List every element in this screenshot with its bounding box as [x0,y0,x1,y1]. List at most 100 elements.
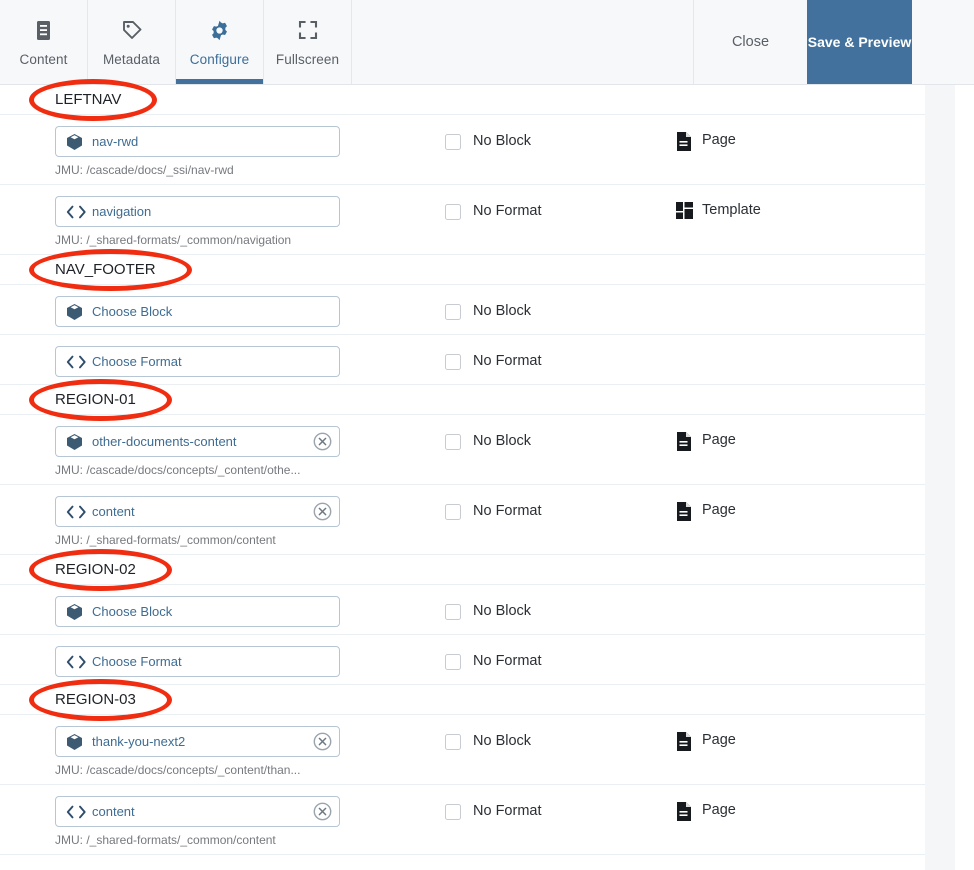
format-chooser[interactable]: navigation [55,196,340,227]
inherited-type-cell: Page [675,715,925,751]
code-brackets-icon [66,355,88,369]
save-and-preview-button[interactable]: Save & Preview [807,0,912,84]
chooser-cell: Choose Block [0,585,445,627]
chooser-value: content [92,504,135,519]
checkbox-label: No Format [473,803,542,819]
block-chooser[interactable]: thank-you-next2 [55,726,340,757]
no-block-checkbox[interactable] [445,134,461,150]
chooser-value: navigation [92,204,152,219]
selection-path: JMU: /cascade/docs/_ssi/nav-rwd [55,163,234,177]
format-chooser[interactable]: content [55,796,340,827]
tab-fullscreen-label: Fullscreen [275,52,340,67]
region-row: Choose Block No Block [0,285,925,335]
chooser-cell: Choose Block [0,285,445,327]
clear-selection-icon[interactable] [312,432,332,451]
section-title: LEFTNAV [55,91,122,108]
inherited-type-label: Page [702,732,736,748]
code-brackets-icon [66,505,88,519]
format-chooser[interactable]: content [55,496,340,527]
region-row: navigation JMU: /_shared-formats/_common/… [0,185,925,255]
chooser-cell: content JMU: /_shared-formats/_common/con… [0,485,445,547]
region-row: other-documents-content JMU: /cascade/doc… [0,415,925,485]
editor-toolbar: Content Metadata Configure Fullscreen Cl… [0,0,974,85]
section-header: LEFTNAV [0,85,925,115]
region-row: Choose Format No Format [0,635,925,685]
tag-icon [121,17,143,43]
checkbox-label: No Block [473,433,532,449]
chooser-cell: Choose Format [0,335,445,377]
section-title: REGION-03 [55,691,136,708]
page-icon [675,802,693,821]
checkbox-label: No Block [473,733,532,749]
inherited-type-cell [675,335,925,352]
inherited-type-cell: Page [675,785,925,821]
tab-content-label: Content [19,52,68,67]
chooser-value: content [92,804,135,819]
regions-list: LEFTNAV nav-rwd JMU: /cascade/docs/_ssi/na… [0,85,925,855]
more-options-button[interactable] [912,0,974,84]
no-selection-cell: No Block [445,415,675,450]
code-brackets-icon [66,655,88,669]
block-chooser[interactable]: Choose Block [55,596,340,627]
chooser-value: Choose Format [92,654,182,669]
clear-selection-icon[interactable] [312,732,332,751]
section-title: REGION-02 [55,561,136,578]
block-chooser[interactable]: other-documents-content [55,426,340,457]
no-block-checkbox[interactable] [445,304,461,320]
region-row: content JMU: /_shared-formats/_common/con… [0,785,925,855]
page-icon [675,132,693,151]
chooser-value: Choose Block [92,304,173,319]
chooser-cell: nav-rwd JMU: /cascade/docs/_ssi/nav-rwd [0,115,445,177]
chooser-value: Choose Block [92,604,173,619]
no-format-checkbox[interactable] [445,204,461,220]
region-row: nav-rwd JMU: /cascade/docs/_ssi/nav-rwd No… [0,115,925,185]
inherited-type-label: Page [702,432,736,448]
no-selection-cell: No Block [445,115,675,150]
inherited-type-label: Page [702,802,736,818]
selection-path: JMU: /cascade/docs/concepts/_content/tha… [55,763,301,777]
checkbox-label: No Format [473,653,542,669]
inherited-type-cell [675,585,925,602]
no-format-checkbox[interactable] [445,504,461,520]
template-icon [675,202,693,219]
no-selection-cell: No Format [445,185,675,220]
format-chooser[interactable]: Choose Format [55,346,340,377]
inherited-type-label: Page [702,502,736,518]
tab-fullscreen[interactable]: Fullscreen [264,0,352,84]
page-icon [675,732,693,751]
block-chooser[interactable]: nav-rwd [55,126,340,157]
inherited-type-cell: Page [675,115,925,151]
no-block-checkbox[interactable] [445,734,461,750]
format-chooser[interactable]: Choose Format [55,646,340,677]
clear-selection-icon[interactable] [312,502,332,521]
tab-metadata[interactable]: Metadata [88,0,176,84]
no-block-checkbox[interactable] [445,604,461,620]
chooser-cell: other-documents-content JMU: /cascade/doc… [0,415,445,477]
no-format-checkbox[interactable] [445,354,461,370]
document-lines-icon [35,17,52,43]
tab-content[interactable]: Content [0,0,88,84]
block-cube-icon [66,733,88,751]
section-header: REGION-03 [0,685,925,715]
checkbox-label: No Block [473,303,532,319]
toolbar-spacer [352,0,694,84]
inherited-type-cell: Page [675,415,925,451]
close-button[interactable]: Close [694,0,807,84]
chooser-cell: content JMU: /_shared-formats/_common/con… [0,785,445,847]
section-header: REGION-01 [0,385,925,415]
page-icon [675,432,693,451]
block-chooser[interactable]: Choose Block [55,296,340,327]
tab-configure-label: Configure [189,52,250,67]
inherited-type-cell [675,635,925,652]
selection-path: JMU: /_shared-formats/_common/content [55,533,276,547]
no-format-checkbox[interactable] [445,654,461,670]
no-format-checkbox[interactable] [445,804,461,820]
selection-path: JMU: /cascade/docs/concepts/_content/oth… [55,463,301,477]
configure-panel: LEFTNAV nav-rwd JMU: /cascade/docs/_ssi/na… [0,79,974,870]
expand-icon [298,17,318,43]
region-row: thank-you-next2 JMU: /cascade/docs/concep… [0,715,925,785]
scrollbar-gutter[interactable] [925,85,955,870]
tab-configure[interactable]: Configure [176,0,264,84]
no-block-checkbox[interactable] [445,434,461,450]
clear-selection-icon[interactable] [312,802,332,821]
